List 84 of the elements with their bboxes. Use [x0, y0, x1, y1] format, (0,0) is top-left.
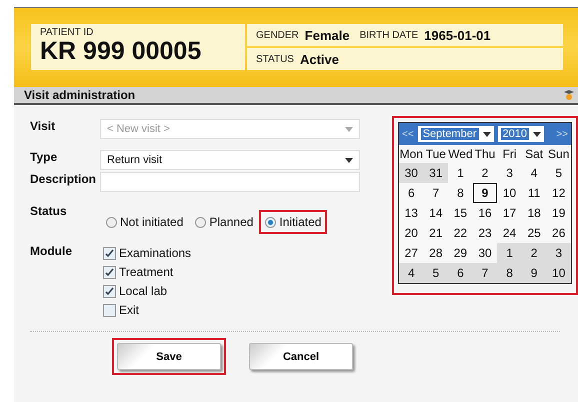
calendar-day[interactable]: 10: [497, 183, 522, 203]
status-label: STATUS: [256, 54, 294, 64]
calendar-day[interactable]: 18: [522, 203, 546, 223]
calendar-day[interactable]: 13: [399, 203, 424, 223]
status-radio[interactable]: Planned: [189, 210, 260, 234]
weekday-label: Mon: [399, 146, 424, 163]
calendar-day[interactable]: 30: [472, 243, 498, 263]
calendar-day[interactable]: 9: [522, 263, 546, 283]
gender-value: Female: [304, 28, 350, 42]
description-field[interactable]: [100, 172, 360, 192]
birth-date-label: BIRTH DATE: [360, 30, 418, 40]
weekday-label: Fri: [502, 146, 518, 163]
calendar-day[interactable]: 3: [546, 243, 571, 263]
calendar-day[interactable]: 24: [497, 223, 522, 243]
calendar-day[interactable]: 21: [424, 223, 448, 243]
check-icon: [105, 268, 114, 276]
calendar-day[interactable]: 9: [472, 183, 498, 203]
calendar-day[interactable]: 16: [472, 203, 498, 223]
calendar-day[interactable]: 6: [448, 263, 473, 283]
calendar-day[interactable]: 3: [497, 163, 522, 183]
caret-icon: [345, 158, 353, 162]
status-radio[interactable]: Not initiated: [100, 210, 190, 234]
cancel-button[interactable]: Cancel: [249, 343, 353, 370]
year-select[interactable]: 2010: [498, 126, 544, 142]
field-label: Status: [30, 203, 68, 218]
module-checkbox[interactable]: Examinations: [103, 246, 192, 260]
birth-date-value: 1965-01-01: [424, 28, 491, 42]
weekday-label: Sat: [524, 146, 544, 163]
patient-id: KR 999 00005: [40, 38, 202, 64]
calendar-day[interactable]: 5: [424, 263, 448, 283]
calendar-day[interactable]: 30: [399, 163, 424, 183]
field-label: Type: [30, 150, 58, 164]
module-checkbox[interactable]: Treatment: [103, 265, 192, 279]
module-checkbox[interactable]: Exit: [103, 303, 192, 317]
calendar-day[interactable]: 7: [424, 183, 448, 203]
save-button[interactable]: Save: [117, 343, 221, 370]
calendar-day[interactable]: 15: [448, 203, 473, 223]
patient-id-label: PATIENT ID: [40, 27, 94, 38]
calendar-day[interactable]: 26: [546, 223, 571, 243]
calendar-day[interactable]: 27: [399, 243, 424, 263]
graduation-cap-icon[interactable]: [564, 89, 574, 101]
status-radio[interactable]: Initiated: [259, 210, 328, 234]
calendar-day[interactable]: 22: [448, 223, 473, 243]
calendar-day[interactable]: 17: [497, 203, 522, 223]
calendar-day[interactable]: 4: [399, 263, 424, 283]
calendar-day[interactable]: 8: [448, 183, 473, 203]
weekday-label: Wed: [448, 146, 473, 163]
calendar-day[interactable]: 12: [546, 183, 571, 203]
section-title: Visit administration: [24, 88, 136, 102]
calendar-day[interactable]: 23: [472, 223, 498, 243]
caret-icon: [345, 126, 353, 132]
field-label: Visit: [30, 119, 56, 133]
calendar-day[interactable]: 28: [424, 243, 448, 263]
calendar-day[interactable]: 11: [522, 183, 546, 203]
check-icon: [105, 248, 114, 258]
calendar-day[interactable]: 6: [399, 183, 424, 203]
weekday-label: Thu: [474, 146, 496, 163]
calendar-day[interactable]: 10: [546, 263, 571, 283]
calendar-day[interactable]: 5: [546, 163, 571, 183]
status-value: Active: [300, 52, 339, 66]
calendar-day[interactable]: 2: [522, 243, 546, 263]
weekday-label: Tue: [424, 146, 447, 163]
field-label: Module: [30, 244, 73, 258]
calendar-day[interactable]: 14: [424, 203, 448, 223]
calendar-day[interactable]: 20: [399, 223, 424, 243]
module-checkbox[interactable]: Local lab: [103, 284, 192, 298]
calendar-day[interactable]: 8: [497, 263, 522, 283]
calendar-day[interactable]: 7: [472, 263, 498, 283]
calendar-day[interactable]: 25: [522, 223, 546, 243]
type-select[interactable]: Return visit: [100, 150, 360, 170]
calendar-day[interactable]: 1: [448, 163, 473, 183]
calendar-day[interactable]: 19: [546, 203, 571, 223]
calendar-day[interactable]: 2: [472, 163, 498, 183]
caret-icon: [532, 132, 541, 136]
check-icon: [105, 286, 114, 296]
caret-icon: [482, 132, 490, 136]
calendar-day[interactable]: 1: [497, 243, 522, 263]
field-label: Description: [30, 172, 98, 186]
weekday-label: Sun: [547, 146, 570, 163]
calendar-day[interactable]: 29: [448, 243, 473, 263]
calendar-day[interactable]: 31: [424, 163, 448, 183]
gender-label: GENDER: [256, 30, 299, 40]
month-select[interactable]: September: [418, 126, 494, 142]
calendar-day[interactable]: 4: [522, 163, 546, 183]
